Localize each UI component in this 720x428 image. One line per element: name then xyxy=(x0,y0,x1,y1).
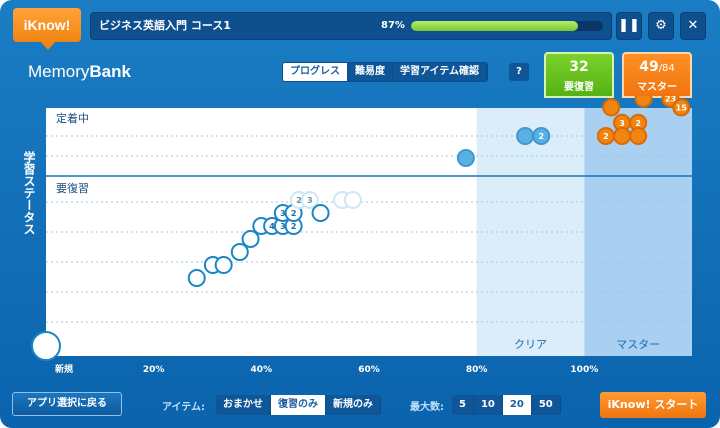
master-count-wrap: 49/84 xyxy=(624,59,690,75)
memory-bank-header: MemoryBank プログレス 難易度 学習アイテム確認 ? 32 要復習 49/… xyxy=(12,52,708,98)
gear-icon: ⚙ xyxy=(655,18,667,33)
iknow-logo: iKnow! xyxy=(13,8,81,50)
memory-bank-window: iKnow! ビジネス英語入門 コース1 87% ❚❚ ⚙ ✕ MemoryBa… xyxy=(0,0,720,428)
progress-percent: 87% xyxy=(381,20,405,31)
data-point-label-19: 2 xyxy=(538,132,544,141)
close-icon: ✕ xyxy=(687,18,699,33)
x-tick-4: 80% xyxy=(466,365,488,375)
status-label-1: 要復習 xyxy=(56,182,89,195)
zone-label-0: クリア xyxy=(514,338,547,351)
review-count: 32 xyxy=(569,59,589,75)
course-progress-bar: ビジネス英語入門 コース1 87% xyxy=(90,12,612,40)
data-point-27 xyxy=(613,127,632,145)
data-point-label-9: 2 xyxy=(291,222,297,231)
zone-label-1: マスター xyxy=(616,338,660,351)
max-count-group: 5 10 20 50 xyxy=(452,395,561,415)
zone-1 xyxy=(584,108,692,356)
x-tick-0: 新規 xyxy=(55,363,73,375)
data-point-20 xyxy=(602,98,621,117)
data-point-18 xyxy=(516,127,535,145)
data-point-1 xyxy=(187,269,206,287)
tab-0[interactable]: プログレス xyxy=(283,63,348,81)
back-to-app-select-button[interactable]: アプリ選択に戻る xyxy=(12,392,122,416)
master-count-box: 49/84 マスター xyxy=(622,52,692,98)
master-label: マスター xyxy=(637,82,677,93)
progress-chart: 学習ステータス クリア マスター 定着中 要復習 新規 20% 40% 60% 80% 100% 4… xyxy=(12,96,708,378)
title-light: Memory xyxy=(28,62,90,81)
item-option-label: アイテム: xyxy=(162,402,205,413)
max-count-label: 最大数: xyxy=(410,402,444,413)
data-point-label-23: 15 xyxy=(676,103,688,112)
max-option-2[interactable]: 20 xyxy=(502,395,532,415)
memory-bank-title: MemoryBank xyxy=(28,62,131,82)
master-total: /84 xyxy=(658,63,675,74)
data-point-0 xyxy=(31,331,61,361)
tab-2[interactable]: 学習アイテム確認 xyxy=(393,63,487,81)
data-point-21 xyxy=(634,96,653,108)
data-point-label-24: 3 xyxy=(619,119,625,128)
settings-button[interactable]: ⚙ xyxy=(648,12,674,40)
data-point-5 xyxy=(241,230,260,248)
progress-fill xyxy=(411,21,579,31)
max-option-0[interactable]: 5 xyxy=(452,395,474,415)
max-option-3[interactable]: 50 xyxy=(531,395,561,415)
progress-track xyxy=(411,21,603,31)
view-tabs: プログレス 難易度 学習アイテム確認 xyxy=(282,62,488,82)
item-option-0[interactable]: おまかせ xyxy=(216,395,271,415)
x-tick-3: 60% xyxy=(358,365,380,375)
review-label: 要復習 xyxy=(564,82,594,93)
x-tick-5: 100% xyxy=(570,365,598,375)
data-point-label-11: 2 xyxy=(291,209,297,218)
close-button[interactable]: ✕ xyxy=(680,12,706,40)
data-point-14 xyxy=(311,204,330,222)
item-option-group: おまかせ 復習のみ 新規のみ xyxy=(216,395,381,415)
x-tick-1: 20% xyxy=(143,365,165,375)
data-point-4 xyxy=(230,243,249,261)
data-point-label-13: 3 xyxy=(307,196,313,205)
tab-1[interactable]: 難易度 xyxy=(348,63,393,81)
course-title: ビジネス英語入門 コース1 xyxy=(99,19,231,32)
max-option-1[interactable]: 10 xyxy=(473,395,503,415)
data-point-label-26: 2 xyxy=(603,132,609,141)
chart-svg: クリア マスター定着中要復習新規 20% 40% 60% 80% 100%4 3 23 22 322… xyxy=(31,96,692,375)
data-point-label-25: 2 xyxy=(635,119,641,128)
title-bold: Bank xyxy=(89,62,131,81)
item-option-1[interactable]: 復習のみ xyxy=(271,395,326,415)
data-point-3 xyxy=(214,256,233,274)
pause-icon: ❚❚ xyxy=(618,18,640,33)
data-point-16 xyxy=(343,191,362,209)
x-tick-2: 40% xyxy=(251,365,273,375)
master-count: 49 xyxy=(639,59,659,75)
status-label-0: 定着中 xyxy=(56,111,89,125)
item-option-2[interactable]: 新規のみ xyxy=(326,395,381,415)
iknow-start-button[interactable]: iKnow! スタート xyxy=(600,392,706,418)
data-point-28 xyxy=(629,127,648,145)
help-button[interactable]: ? xyxy=(509,63,529,81)
data-point-17 xyxy=(456,149,475,167)
review-count-box: 32 要復習 xyxy=(544,52,614,98)
pause-button[interactable]: ❚❚ xyxy=(616,12,642,40)
